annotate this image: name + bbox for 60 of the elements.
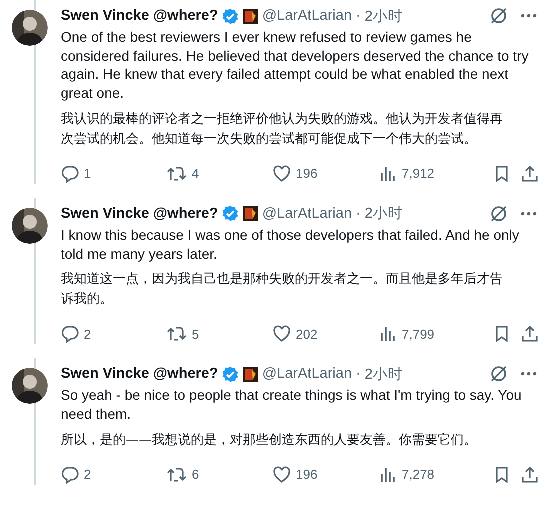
repost-icon	[167, 164, 187, 183]
author-name[interactable]: Swen Vincke @where?	[61, 206, 218, 222]
views-button[interactable]: 7,278	[379, 466, 435, 484]
post-time[interactable]: 2小时	[364, 6, 403, 26]
heart-icon	[273, 164, 291, 183]
bar-chart-icon	[379, 164, 397, 183]
reply-button[interactable]: 2	[61, 466, 92, 484]
repost-button[interactable]: 4	[167, 164, 200, 183]
verified-badge-icon	[222, 366, 240, 383]
emblem-icon	[243, 206, 258, 222]
heart-icon	[273, 325, 291, 344]
views-button[interactable]: 7,912	[379, 164, 435, 183]
slashed-circle-icon[interactable]	[489, 364, 509, 384]
bar-chart-icon	[379, 325, 397, 344]
reply-button[interactable]: 1	[61, 164, 92, 183]
bookmark-icon[interactable]	[493, 466, 511, 484]
author-name[interactable]: Swen Vincke @where?	[61, 366, 218, 382]
avatar[interactable]	[12, 208, 48, 244]
separator-dot: ·	[356, 206, 361, 222]
bookmark-icon[interactable]	[493, 164, 511, 183]
bar-chart-icon	[379, 466, 397, 484]
translated-text: 所以，是的——我想说的是，对那些创造东西的人要友善。你需要它们。	[61, 432, 478, 450]
verified-badge-icon	[222, 8, 240, 24]
separator-dot: ·	[356, 8, 361, 24]
avatar[interactable]	[12, 368, 48, 404]
bookmark-icon[interactable]	[493, 325, 511, 344]
verified-badge-icon	[222, 205, 240, 222]
repost-button[interactable]: 6	[167, 466, 200, 484]
like-button[interactable]: 196	[273, 466, 318, 484]
translated-text: 我知道这一点，因为我自己也是那种失败的开发者之一。而且他是多年后才告诉我的。	[61, 271, 504, 310]
author-handle[interactable]: @LarAtLarian	[262, 8, 352, 24]
like-button[interactable]: 196	[273, 164, 318, 183]
repost-icon	[167, 325, 187, 344]
slashed-circle-icon[interactable]	[489, 6, 509, 26]
translated-text: 我认识的最棒的评论者之一拒绝评价他认为失败的游戏。他认为开发者值得再次尝试的机会。他知道每一次失败的尝试都可能促成下一个伟大的尝试。	[61, 110, 504, 149]
author-handle[interactable]: @LarAtLarian	[262, 206, 352, 222]
post-text: I know this because I was one of those developers that failed. And he only told me many years later.	[61, 226, 520, 264]
heart-icon	[273, 466, 291, 484]
author-name[interactable]: Swen Vincke @where?	[61, 8, 218, 24]
slashed-circle-icon[interactable]	[489, 204, 509, 224]
avatar[interactable]	[12, 10, 48, 46]
author-handle[interactable]: @LarAtLarian	[262, 366, 352, 382]
post-time[interactable]: 2小时	[364, 364, 403, 384]
post-time[interactable]: 2小时	[364, 204, 403, 224]
emblem-icon	[243, 366, 258, 382]
repost-button[interactable]: 5	[167, 325, 200, 344]
share-icon[interactable]	[521, 466, 539, 484]
repost-icon	[167, 466, 187, 484]
post-text: One of the best reviewers I ever knew refused to review games he considered failures. He believed that developers deserved the chance to try again. He knew that every failed attempt could be what enabled the next great one.	[61, 28, 530, 103]
reply-icon	[61, 466, 79, 484]
emblem-icon	[243, 8, 258, 24]
reply-icon	[61, 164, 79, 183]
reply-icon	[61, 325, 79, 344]
post-text: So yeah - be nice to people that create things is what I'm trying to say. You need them.	[61, 386, 523, 424]
share-icon[interactable]	[521, 325, 539, 344]
reply-button[interactable]: 2	[61, 325, 92, 344]
separator-dot: ·	[356, 366, 361, 382]
like-button[interactable]: 202	[273, 325, 318, 344]
views-button[interactable]: 7,799	[379, 325, 435, 344]
share-icon[interactable]	[521, 164, 539, 183]
